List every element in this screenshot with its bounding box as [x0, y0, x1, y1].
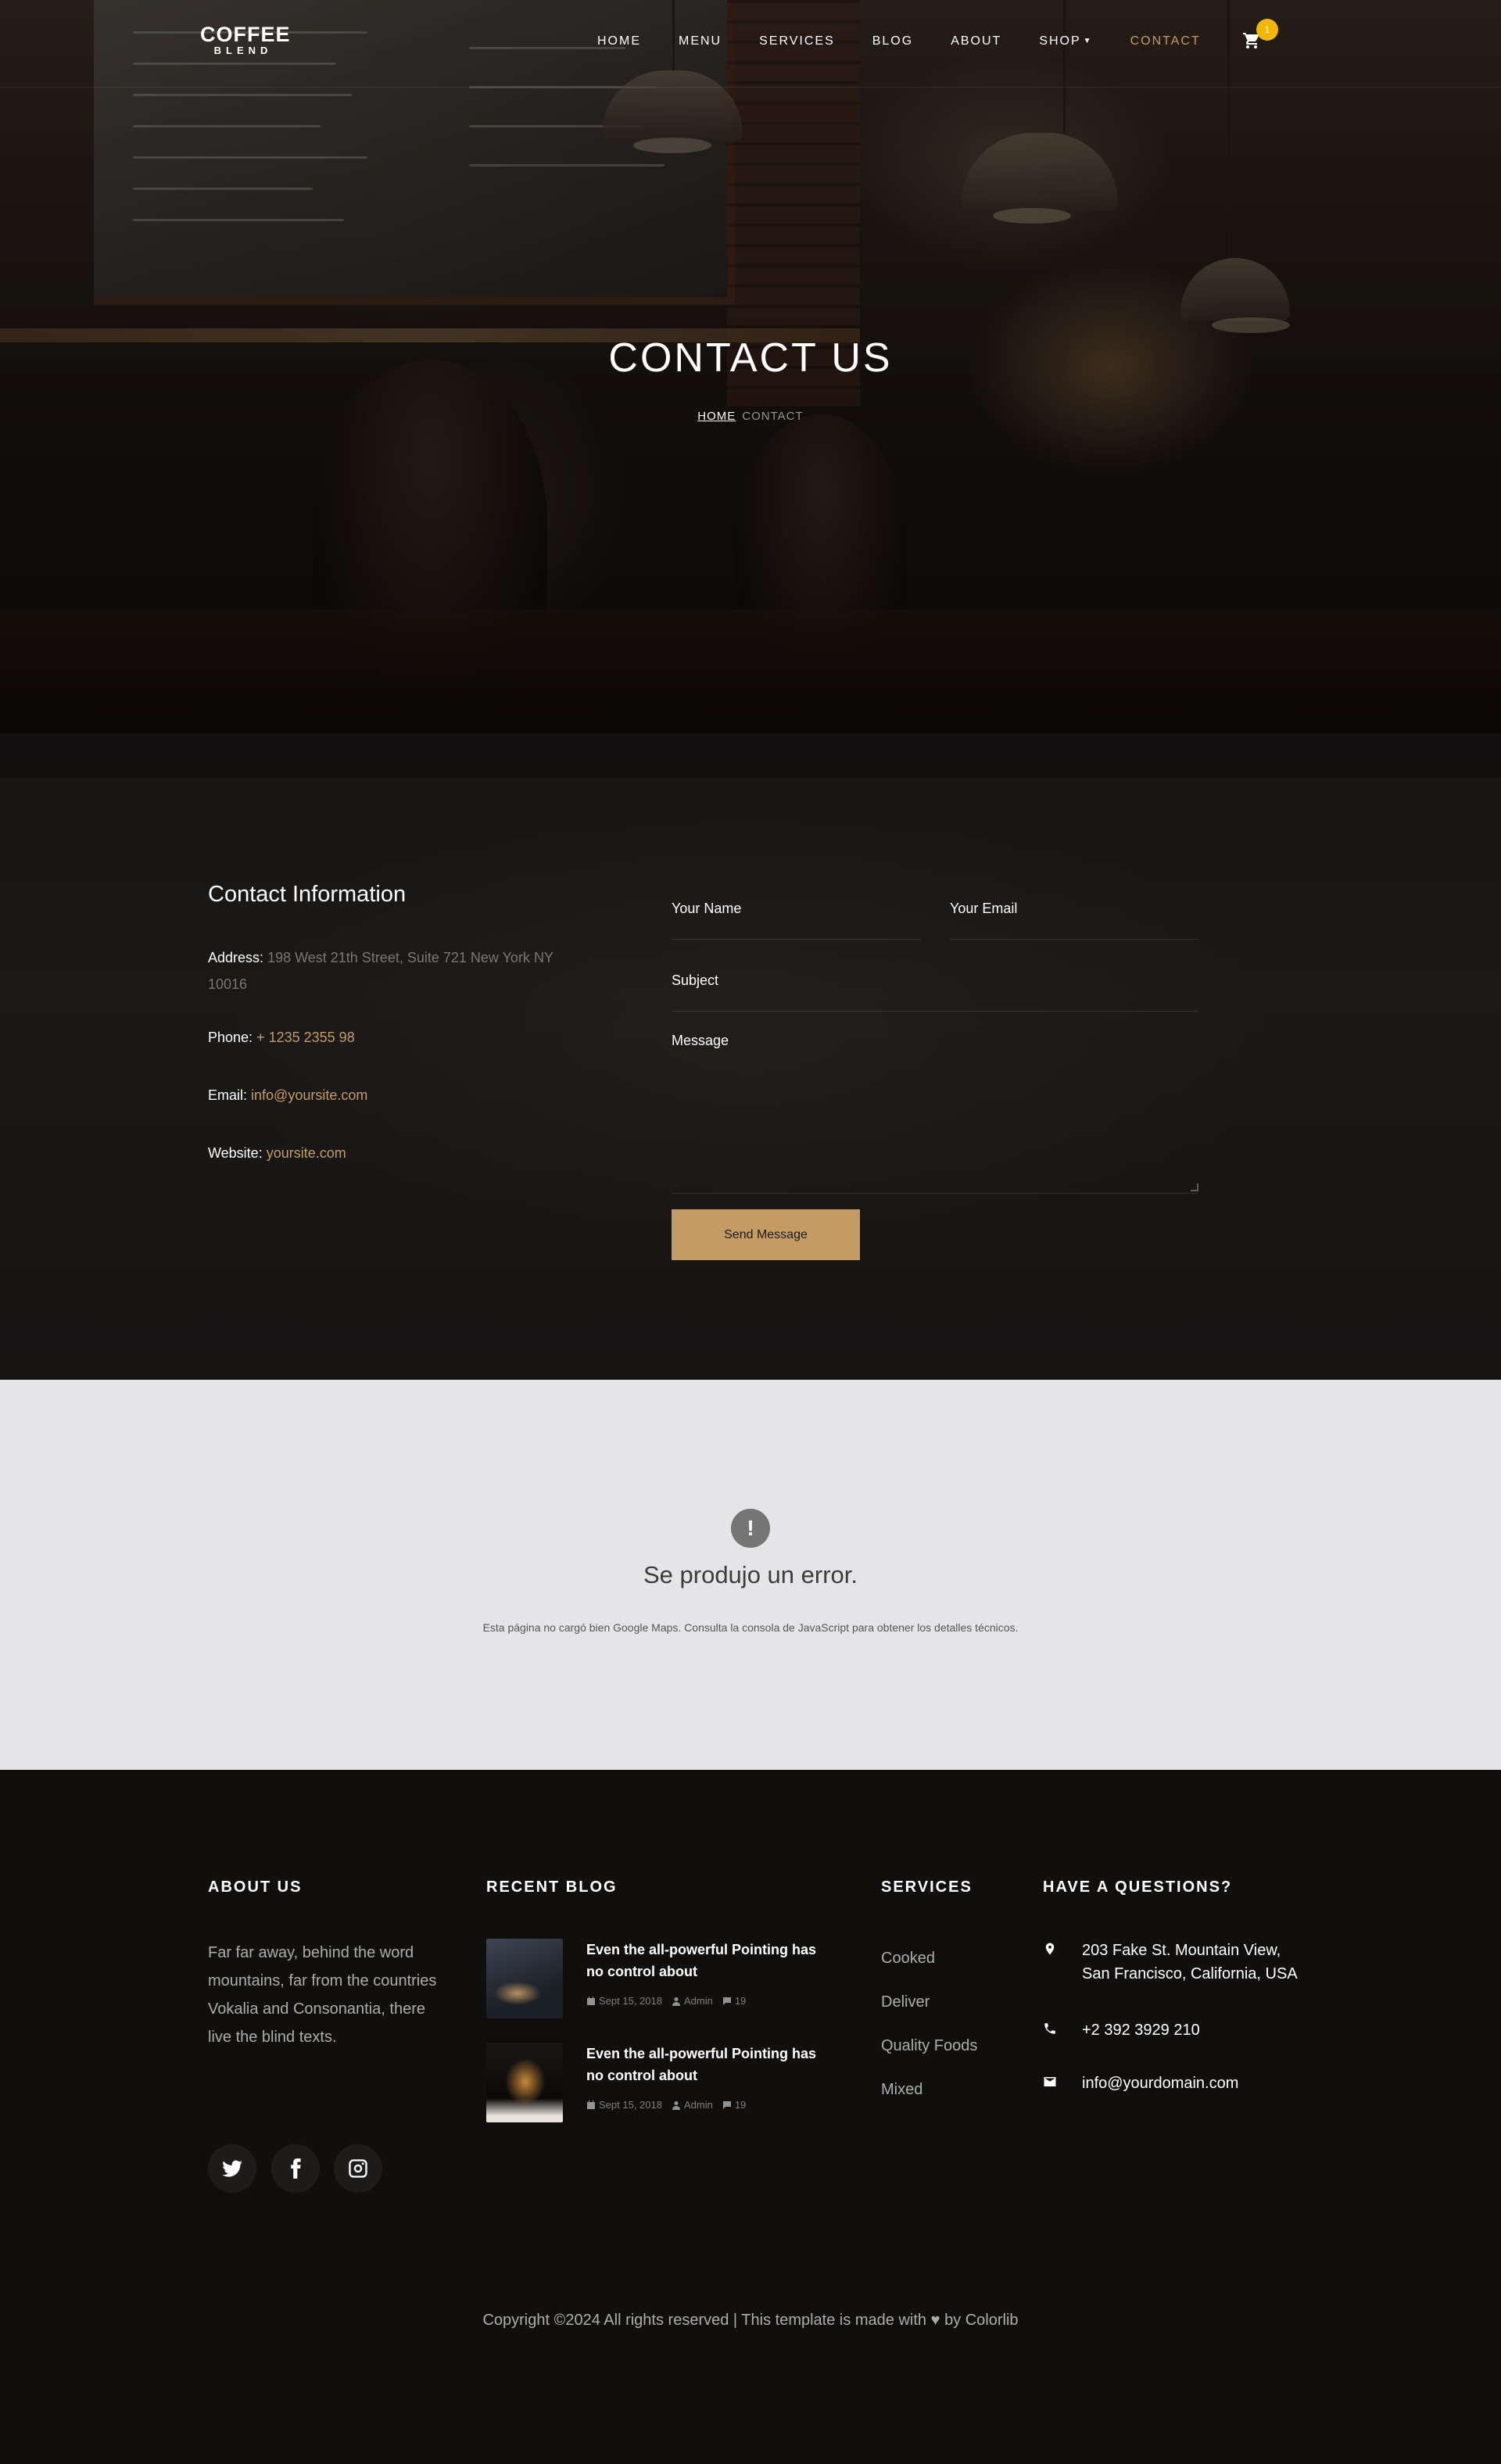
instagram-icon [349, 2159, 367, 2178]
blog-post-title[interactable]: Even the all-powerful Pointing has no co… [586, 2043, 836, 2086]
contact-section: Contact Information Address: 198 West 21… [0, 733, 1501, 1380]
footer-blog-heading: RECENT BLOG [486, 1878, 618, 1896]
contact-email: Email: info@yoursite.com [208, 1082, 575, 1108]
contact-email-label: Email: [208, 1087, 248, 1103]
page-title: CONTACT US [608, 335, 893, 381]
footer-questions-heading: HAVE A QUESTIONS? [1043, 1878, 1233, 1896]
copyright: Copyright ©2024 All rights reserved | Th… [0, 2312, 1501, 2330]
social-twitter-button[interactable] [208, 2144, 256, 2193]
nav-item-shop-label: SHOP [1039, 34, 1081, 48]
blog-post-meta: Sept 15, 2018 Admin 19 [586, 2099, 746, 2111]
service-link-quality-foods[interactable]: Quality Foods [881, 2037, 977, 2055]
map-marker-icon [1045, 1943, 1055, 1955]
contact-address-label: Address: [208, 950, 264, 965]
nav-item-about[interactable]: ABOUT [932, 33, 1020, 50]
calendar-icon [587, 2100, 595, 2109]
name-input[interactable]: Your Name [672, 901, 920, 940]
twitter-icon [222, 2160, 242, 2177]
service-link-mixed[interactable]: Mixed [881, 2081, 922, 2099]
contact-address: Address: 198 West 21th Street, Suite 721… [208, 944, 575, 997]
resize-handle-icon[interactable] [1191, 1184, 1198, 1191]
blog-post[interactable]: Even the all-powerful Pointing has no co… [486, 1939, 838, 2020]
copyright-text: Copyright ©2024 All rights reserved | Th… [482, 2312, 927, 2329]
blog-post-comments: 19 [734, 2099, 747, 2111]
contact-info-title: Contact Information [208, 882, 407, 907]
footer-about-heading: ABOUT US [208, 1878, 303, 1896]
map-error-panel: ! Se produjo un error. Esta página no ca… [0, 1380, 1501, 1770]
contact-phone-link[interactable]: + 1235 2355 98 [256, 1030, 355, 1045]
main-navbar: COFFEE BLEND HOME MENU SERVICES BLOG ABO… [0, 0, 1501, 88]
exclamation-icon: ! [731, 1509, 770, 1548]
nav-item-contact[interactable]: CONTACT [1112, 33, 1220, 50]
social-facebook-button[interactable] [271, 2144, 320, 2193]
phone-icon [1044, 2023, 1055, 2034]
map-error-title: Se produjo un error. [643, 1561, 858, 1588]
facebook-icon [291, 2158, 301, 2179]
map-error-detail: Esta página no cargó bien Google Maps. C… [482, 1621, 1019, 1634]
comment-icon [722, 2100, 731, 2109]
nav-item-shop[interactable]: SHOP ▼ [1020, 33, 1111, 50]
email-input[interactable]: Your Email [950, 901, 1198, 940]
name-input-placeholder: Your Name [672, 901, 742, 916]
footer-services-heading: SERVICES [881, 1878, 973, 1896]
blog-post-comments: 19 [734, 1995, 747, 2007]
contact-phone: Phone: + 1235 2355 98 [208, 1024, 575, 1051]
caret-down-icon: ▼ [1083, 37, 1093, 45]
footer-email[interactable]: info@yourdomain.com [1043, 2072, 1293, 2097]
blog-post-meta: Sept 15, 2018 Admin 19 [586, 1995, 746, 2007]
contact-email-link[interactable]: info@yoursite.com [251, 1087, 367, 1103]
message-textarea[interactable]: Message [672, 1033, 1198, 1194]
footer-about-text: Far far away, behind the word mountains,… [208, 1944, 437, 2046]
copyright-credit: by Colorlib [944, 2312, 1019, 2329]
calendar-icon [587, 1996, 595, 2005]
site-footer: ABOUT US Far far away, behind the word m… [0, 1770, 1501, 2464]
nav-item-home[interactable]: HOME [579, 33, 660, 50]
footer-phone-text: +2 392 3929 210 [1082, 2022, 1200, 2039]
nav-item-blog[interactable]: BLOG [854, 33, 932, 50]
message-textarea-placeholder: Message [672, 1033, 729, 1048]
blog-post-author: Admin [683, 2099, 713, 2111]
service-link-deliver[interactable]: Deliver [881, 1993, 930, 2011]
subject-input-placeholder: Subject [672, 972, 719, 988]
comment-icon [722, 1997, 731, 2005]
logo-text-bottom: BLEND [213, 45, 273, 56]
contact-top-band [0, 733, 1501, 777]
contact-phone-label: Phone: [208, 1030, 253, 1045]
envelope-icon [1044, 2077, 1056, 2086]
nav-item-services[interactable]: SERVICES [740, 33, 854, 50]
user-icon [672, 2100, 680, 2110]
blog-post-thumbnail[interactable] [486, 2043, 563, 2122]
cart-count-badge: 1 [1256, 19, 1278, 41]
blog-post[interactable]: Even the all-powerful Pointing has no co… [486, 2043, 838, 2124]
breadcrumb-home-link[interactable]: HOME [697, 410, 736, 423]
footer-phone[interactable]: +2 392 3929 210 [1043, 2018, 1293, 2043]
blog-post-date: Sept 15, 2018 [599, 1995, 662, 2007]
site-logo[interactable]: COFFEE BLEND [200, 23, 291, 56]
footer-address-text: 203 Fake St. Mountain View, San Francisc… [1082, 1942, 1298, 1982]
email-input-placeholder: Your Email [950, 901, 1018, 916]
footer-address: 203 Fake St. Mountain View, San Francisc… [1043, 1939, 1298, 2017]
cart-button[interactable]: 1 [1242, 19, 1278, 52]
breadcrumb-current: CONTACT [742, 410, 804, 423]
blog-post-title[interactable]: Even the all-powerful Pointing has no co… [586, 1939, 836, 1982]
contact-website: Website: yoursite.com [208, 1140, 575, 1166]
social-instagram-button[interactable] [334, 2144, 382, 2193]
heart-icon: ♥ [930, 2312, 940, 2329]
subject-input[interactable]: Subject [672, 972, 1198, 1012]
contact-website-label: Website: [208, 1145, 263, 1161]
logo-text-top: COFFEE [200, 23, 291, 46]
user-icon [672, 1997, 680, 2006]
blog-post-date: Sept 15, 2018 [599, 2099, 662, 2111]
hero-banner: ​ COFFEE BLEND HOME MENU SERVICES BLOG A… [0, 0, 1501, 733]
footer-email-text: info@yourdomain.com [1082, 2075, 1239, 2092]
service-link-cooked[interactable]: Cooked [881, 1950, 935, 1968]
send-message-button[interactable]: Send Message [672, 1209, 860, 1260]
nav-item-menu[interactable]: MENU [660, 33, 740, 50]
contact-website-link[interactable]: yoursite.com [267, 1145, 346, 1161]
nav-menu: HOME MENU SERVICES BLOG ABOUT SHOP ▼ CONT… [579, 33, 1220, 50]
breadcrumb: HOME CONTACT [0, 410, 1501, 423]
blog-post-thumbnail[interactable] [486, 1939, 563, 2018]
blog-post-author: Admin [683, 1995, 713, 2007]
